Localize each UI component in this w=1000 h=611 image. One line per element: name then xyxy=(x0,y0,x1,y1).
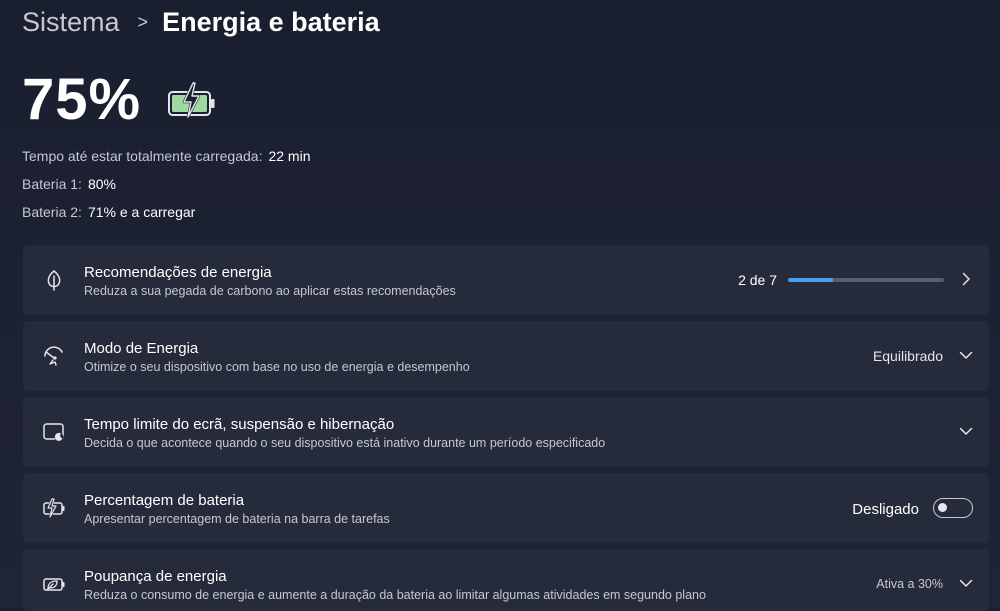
time-to-full-value: 22 min xyxy=(268,148,311,164)
energy-saver-title: Poupança de energia xyxy=(84,568,227,585)
energy-recommendations-card[interactable]: Recomendações de energia Reduza a sua pe… xyxy=(23,245,989,315)
energy-saver-icon xyxy=(42,572,66,596)
breadcrumb-separator: > xyxy=(137,11,149,32)
recommendations-progress-text: 2 de 7 xyxy=(738,272,777,288)
battery-summary: 75% xyxy=(22,66,217,133)
battery-charging-icon xyxy=(167,81,217,124)
time-to-full-label: Tempo até estar totalmente carregada: xyxy=(22,148,263,164)
screen-timeout-icon xyxy=(42,420,66,444)
energy-recommendations-title: Recomendações de energia xyxy=(84,264,272,281)
power-mode-value[interactable]: Equilibrado xyxy=(873,348,943,364)
battery-2-label: Bateria 2: xyxy=(22,204,82,220)
power-mode-title: Modo de Energia xyxy=(84,340,199,357)
screen-sleep-card[interactable]: Tempo limite do ecrã, suspensão e hibern… xyxy=(23,397,989,467)
breadcrumb-parent[interactable]: Sistema xyxy=(22,7,120,38)
chevron-down-icon[interactable] xyxy=(957,422,975,440)
battery-1-value: 80% xyxy=(87,176,116,192)
leaf-icon xyxy=(42,268,66,292)
energy-recommendations-desc: Reduza a sua pegada de carbono ao aplica… xyxy=(84,284,456,298)
energy-saver-card[interactable]: Poupança de energia Reduza o consumo de … xyxy=(23,549,989,611)
toggle-knob xyxy=(938,503,947,512)
page-title: Energia e bateria xyxy=(162,6,380,37)
battery-percentage-card: Percentagem de bateria Apresentar percen… xyxy=(23,473,989,543)
battery-1-label: Bateria 1: xyxy=(22,176,82,192)
chevron-down-icon[interactable] xyxy=(957,574,975,592)
battery-2-row: Bateria 2: 71% e a carregar xyxy=(22,204,195,220)
recommendations-progress-bar xyxy=(788,278,944,282)
time-to-full-row: Tempo até estar totalmente carregada: 22 … xyxy=(22,148,311,164)
battery-1-row: Bateria 1: 80% xyxy=(22,176,116,192)
power-mode-card[interactable]: Modo de Energia Otimize o seu dispositiv… xyxy=(23,321,989,391)
battery-percentage-title: Percentagem de bateria xyxy=(84,492,245,509)
battery-percentage-toggle-label: Desligado xyxy=(852,501,919,518)
screen-sleep-desc: Decida o que acontece quando o seu dispo… xyxy=(84,436,606,450)
battery-percentage-icon xyxy=(42,496,66,520)
chevron-right-icon[interactable] xyxy=(957,270,975,288)
energy-saver-desc: Reduza o consumo de energia e aumente a … xyxy=(84,588,706,602)
battery-percentage-desc: Apresentar percentagem de bateria na bar… xyxy=(84,512,390,526)
breadcrumb: Sistema > Energia e bateria xyxy=(22,2,380,42)
power-mode-icon xyxy=(42,344,66,368)
screen-sleep-title: Tempo limite do ecrã, suspensão e hibern… xyxy=(84,416,395,433)
battery-percentage: 75% xyxy=(22,67,142,132)
battery-2-value: 71% e a carregar xyxy=(87,204,196,220)
recommendations-progress-fill xyxy=(788,278,833,282)
power-mode-desc: Otimize o seu dispositivo com base no us… xyxy=(84,360,470,374)
energy-saver-value: Ativa a 30% xyxy=(876,577,943,591)
battery-percentage-toggle[interactable] xyxy=(933,498,973,518)
chevron-down-icon[interactable] xyxy=(957,346,975,364)
